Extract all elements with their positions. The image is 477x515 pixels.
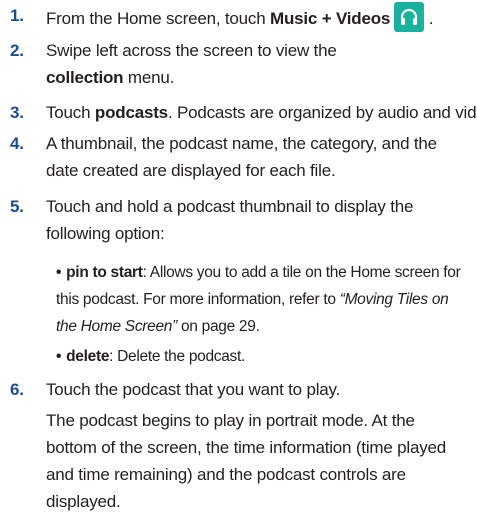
option-label: delete — [66, 348, 110, 365]
step-number: 4. — [10, 134, 24, 153]
step-number: 5. — [10, 197, 24, 216]
step-text: Touch the podcast that you want to play. — [46, 380, 341, 399]
step-text: date created are displayed for each file… — [46, 161, 336, 180]
headphones-icon — [394, 2, 425, 32]
option-text: : Allows you to add a tile on the Home s… — [142, 264, 461, 281]
step-text: From the Home screen, touch — [46, 9, 270, 28]
step-number: 6. — [10, 380, 24, 399]
step-number: 3. — [10, 103, 24, 122]
step-text: Touch and hold a podcast thumbnail to di… — [46, 197, 414, 216]
step-text-end: menu. — [123, 68, 175, 87]
step-text: A thumbnail, the podcast name, the categ… — [46, 134, 437, 153]
step-bold: Music + Videos — [270, 9, 391, 28]
option-pin-to-start: • pin to start: Allows you to add a tile … — [56, 259, 469, 340]
cross-reference-link[interactable]: “Moving Tiles on — [340, 291, 449, 308]
step-paragraph: bottom of the screen, the time informati… — [46, 438, 447, 457]
step-number: 1. — [10, 6, 24, 25]
step-paragraph: and time remaining) and the podcast cont… — [46, 465, 406, 484]
step-number: 2. — [10, 41, 24, 60]
option-delete: • delete: Delete the podcast. — [56, 343, 469, 370]
step-text: following option: — [46, 224, 165, 243]
option-text: : Delete the podcast. — [109, 348, 246, 365]
step-text-end: . — [424, 9, 434, 28]
option-text: this podcast. For more information, refe… — [56, 291, 340, 308]
bullet: • — [56, 264, 62, 281]
option-label: pin to start — [66, 264, 143, 281]
step-text: Swipe left across the screen to view the — [46, 41, 337, 60]
step-paragraph: The podcast begins to play in portrait m… — [46, 411, 415, 430]
step-text-end: . Podcasts are organized by audio and vi… — [167, 103, 477, 122]
step-bold: podcasts — [94, 103, 168, 122]
page-reference: on page 29. — [176, 318, 260, 335]
step-bold: collection — [46, 68, 124, 87]
step-text: Touch — [46, 103, 95, 122]
step-paragraph: displayed. — [46, 492, 121, 511]
cross-reference-link[interactable]: the Home Screen” — [56, 318, 177, 335]
bullet: • — [56, 348, 62, 365]
